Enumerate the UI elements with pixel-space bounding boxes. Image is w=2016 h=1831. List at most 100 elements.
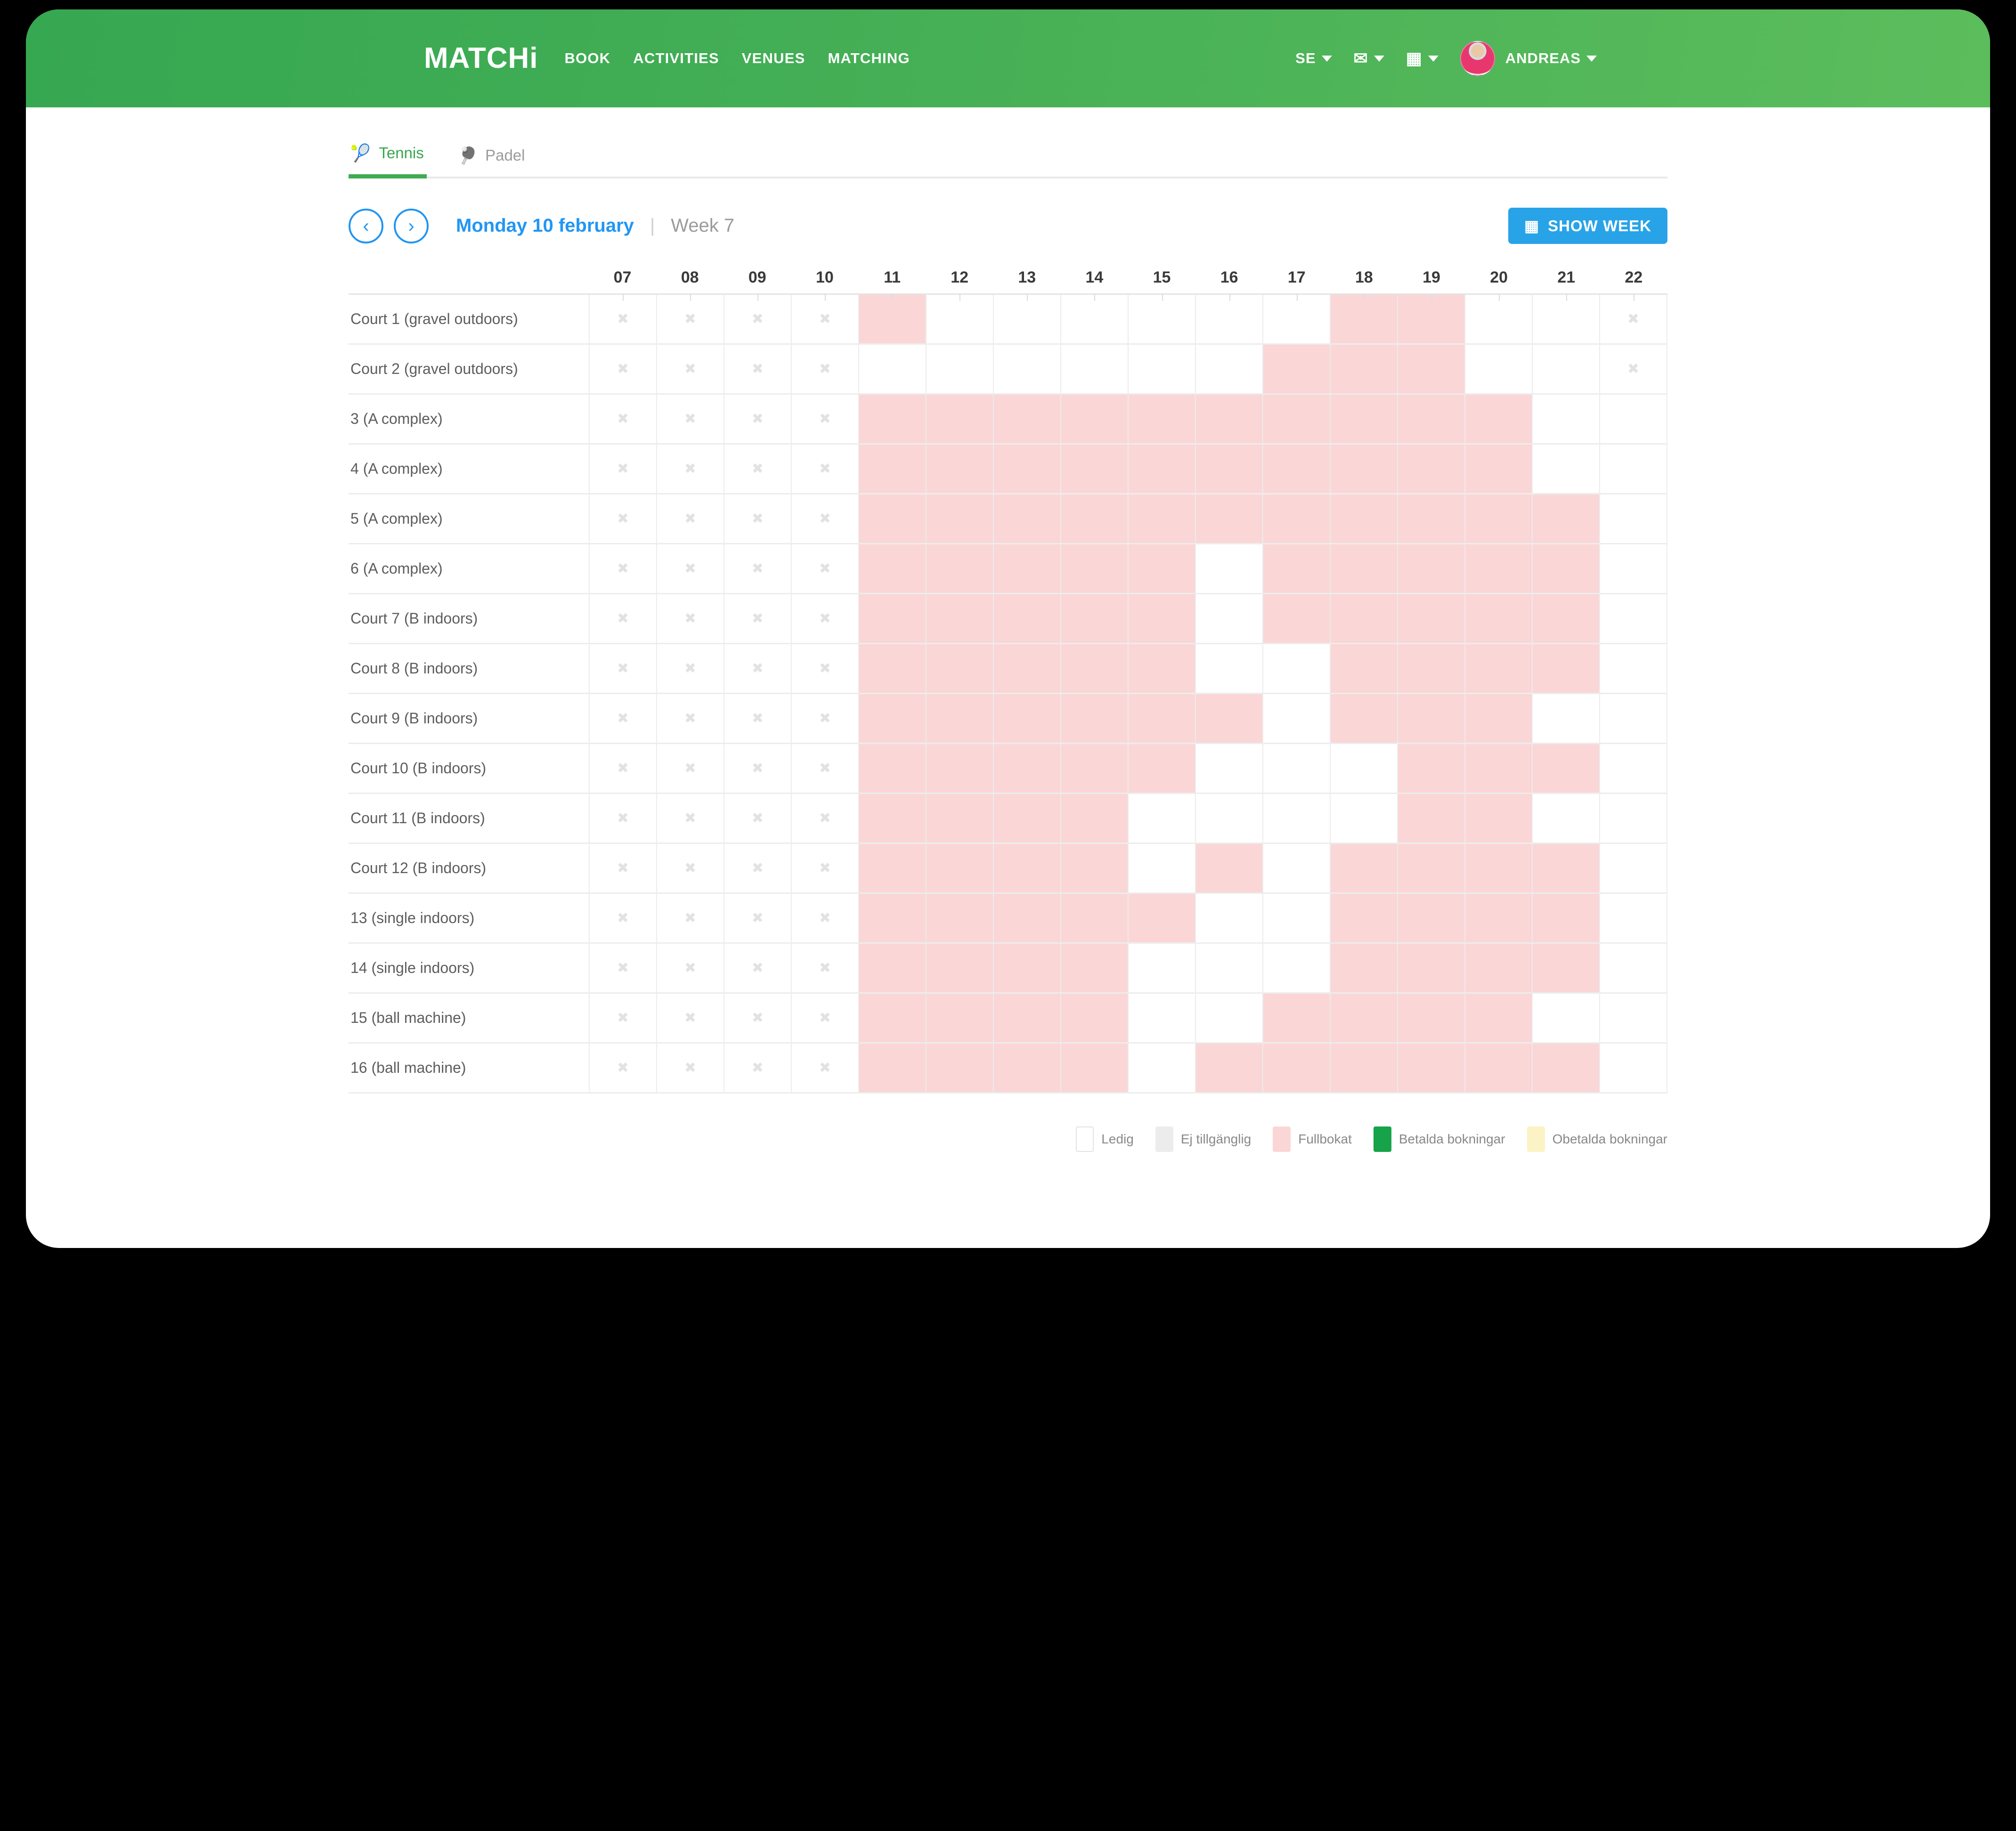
slot-cell-21-full[interactable]	[1532, 494, 1599, 543]
slot-cell-18-full[interactable]	[1330, 345, 1397, 393]
slot-cell-19-full[interactable]	[1397, 644, 1464, 693]
slot-cell-18-free[interactable]	[1330, 794, 1397, 843]
nav-item-book[interactable]: BOOK	[564, 50, 610, 67]
slot-cell-18-full[interactable]	[1330, 844, 1397, 892]
slot-cell-18-full[interactable]	[1330, 544, 1397, 593]
user-menu[interactable]: ANDREAS	[1439, 41, 1597, 76]
slot-cell-20-full[interactable]	[1464, 844, 1532, 892]
slot-cell-11-full[interactable]	[858, 395, 926, 443]
slot-cell-17-full[interactable]	[1262, 1044, 1330, 1092]
slot-cell-20-full[interactable]	[1464, 794, 1532, 843]
slot-cell-14-full[interactable]	[1060, 794, 1128, 843]
slot-cell-16-free[interactable]	[1195, 544, 1262, 593]
slot-cell-16-free[interactable]	[1195, 295, 1262, 343]
slot-cell-22-free[interactable]	[1599, 794, 1667, 843]
slot-cell-21-free[interactable]	[1532, 295, 1599, 343]
slot-cell-17-full[interactable]	[1262, 994, 1330, 1042]
slot-cell-22-free[interactable]	[1599, 844, 1667, 892]
slot-cell-18-full[interactable]	[1330, 295, 1397, 343]
slot-cell-15-full[interactable]	[1128, 544, 1195, 593]
slot-cell-11-full[interactable]	[858, 844, 926, 892]
slot-cell-13-full[interactable]	[993, 694, 1060, 743]
slot-cell-12-full[interactable]	[926, 794, 993, 843]
slot-cell-21-free[interactable]	[1532, 694, 1599, 743]
slot-cell-19-full[interactable]	[1397, 844, 1464, 892]
slot-cell-13-full[interactable]	[993, 494, 1060, 543]
slot-cell-19-full[interactable]	[1397, 744, 1464, 793]
slot-cell-12-full[interactable]	[926, 894, 993, 942]
slot-cell-19-full[interactable]	[1397, 694, 1464, 743]
slot-cell-16-full[interactable]	[1195, 494, 1262, 543]
slot-cell-12-full[interactable]	[926, 744, 993, 793]
slot-cell-20-full[interactable]	[1464, 644, 1532, 693]
slot-cell-20-full[interactable]	[1464, 395, 1532, 443]
slot-cell-22-free[interactable]	[1599, 1044, 1667, 1092]
slot-cell-17-free[interactable]	[1262, 744, 1330, 793]
slot-cell-17-free[interactable]	[1262, 295, 1330, 343]
slot-cell-20-full[interactable]	[1464, 994, 1532, 1042]
slot-cell-22-free[interactable]	[1599, 445, 1667, 493]
slot-cell-13-free[interactable]	[993, 295, 1060, 343]
slot-cell-20-free[interactable]	[1464, 295, 1532, 343]
slot-cell-18-full[interactable]	[1330, 395, 1397, 443]
slot-cell-17-full[interactable]	[1262, 395, 1330, 443]
slot-cell-18-full[interactable]	[1330, 694, 1397, 743]
slot-cell-22-free[interactable]	[1599, 395, 1667, 443]
slot-cell-15-free[interactable]	[1128, 794, 1195, 843]
slot-cell-14-full[interactable]	[1060, 994, 1128, 1042]
slot-cell-14-full[interactable]	[1060, 844, 1128, 892]
slot-cell-22-free[interactable]	[1599, 644, 1667, 693]
slot-cell-15-full[interactable]	[1128, 395, 1195, 443]
nav-item-activities[interactable]: ACTIVITIES	[633, 50, 719, 67]
slot-cell-19-full[interactable]	[1397, 345, 1464, 393]
slot-cell-12-free[interactable]	[926, 295, 993, 343]
slot-cell-12-full[interactable]	[926, 994, 993, 1042]
slot-cell-13-full[interactable]	[993, 594, 1060, 643]
slot-cell-16-free[interactable]	[1195, 345, 1262, 393]
slot-cell-11-full[interactable]	[858, 644, 926, 693]
slot-cell-16-free[interactable]	[1195, 794, 1262, 843]
slot-cell-16-full[interactable]	[1195, 1044, 1262, 1092]
slot-cell-14-full[interactable]	[1060, 494, 1128, 543]
slot-cell-14-full[interactable]	[1060, 445, 1128, 493]
slot-cell-19-full[interactable]	[1397, 395, 1464, 443]
slot-cell-11-full[interactable]	[858, 295, 926, 343]
slot-cell-18-full[interactable]	[1330, 894, 1397, 942]
slot-cell-11-full[interactable]	[858, 894, 926, 942]
show-week-button[interactable]: ▦ SHOW WEEK	[1508, 208, 1667, 244]
slot-cell-13-full[interactable]	[993, 544, 1060, 593]
slot-cell-17-free[interactable]	[1262, 944, 1330, 992]
slot-cell-22-free[interactable]	[1599, 894, 1667, 942]
slot-cell-13-full[interactable]	[993, 395, 1060, 443]
slot-cell-17-free[interactable]	[1262, 794, 1330, 843]
tab-padel[interactable]: 🏓 Padel	[455, 145, 528, 177]
slot-cell-14-free[interactable]	[1060, 345, 1128, 393]
slot-cell-21-free[interactable]	[1532, 994, 1599, 1042]
current-date-label[interactable]: Monday 10 february	[456, 215, 634, 236]
slot-cell-18-full[interactable]	[1330, 644, 1397, 693]
slot-cell-16-free[interactable]	[1195, 894, 1262, 942]
slot-cell-12-full[interactable]	[926, 494, 993, 543]
slot-cell-19-full[interactable]	[1397, 1044, 1464, 1092]
slot-cell-12-full[interactable]	[926, 644, 993, 693]
slot-cell-19-full[interactable]	[1397, 994, 1464, 1042]
slot-cell-16-free[interactable]	[1195, 994, 1262, 1042]
slot-cell-14-full[interactable]	[1060, 544, 1128, 593]
slot-cell-14-full[interactable]	[1060, 594, 1128, 643]
slot-cell-15-full[interactable]	[1128, 494, 1195, 543]
nav-item-matching[interactable]: MATCHING	[828, 50, 910, 67]
slot-cell-19-full[interactable]	[1397, 594, 1464, 643]
messages-menu[interactable]: ✉	[1354, 50, 1384, 67]
slot-cell-22-free[interactable]	[1599, 694, 1667, 743]
next-day-button[interactable]: ›	[394, 208, 429, 243]
slot-cell-14-full[interactable]	[1060, 894, 1128, 942]
slot-cell-21-full[interactable]	[1532, 944, 1599, 992]
slot-cell-15-full[interactable]	[1128, 644, 1195, 693]
slot-cell-11-full[interactable]	[858, 1044, 926, 1092]
slot-cell-14-free[interactable]	[1060, 295, 1128, 343]
slot-cell-16-full[interactable]	[1195, 844, 1262, 892]
nav-item-venues[interactable]: VENUES	[742, 50, 805, 67]
slot-cell-13-full[interactable]	[993, 944, 1060, 992]
slot-cell-19-full[interactable]	[1397, 494, 1464, 543]
slot-cell-16-full[interactable]	[1195, 445, 1262, 493]
